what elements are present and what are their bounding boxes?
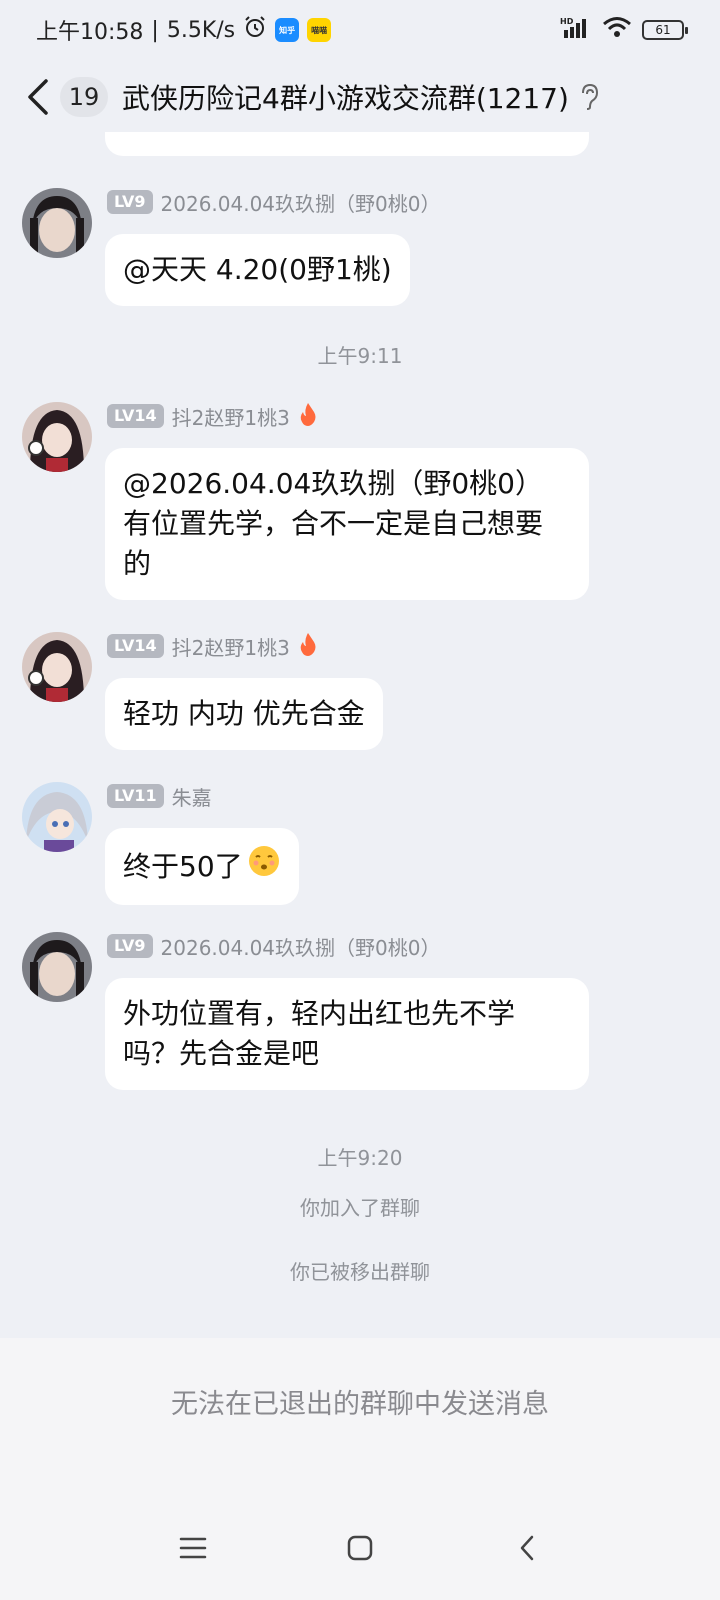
system-message-joined: 你加入了群聊 bbox=[300, 1196, 420, 1220]
message-text-line: 吗？先合金是吧 bbox=[123, 1037, 320, 1070]
message-text-line: 外功位置有，轻内出红也先不学 bbox=[123, 997, 516, 1030]
message-bubble[interactable]: 轻功 内功 优先合金 bbox=[105, 678, 383, 750]
svg-text:HD: HD bbox=[560, 17, 574, 26]
back-nav-icon[interactable] bbox=[497, 1523, 557, 1573]
alarm-icon bbox=[243, 15, 267, 45]
zhihu-app-icon: 知乎 bbox=[275, 18, 300, 42]
message-bubble[interactable]: @2026.04.04玖玖捌（野0桃0） 有位置先学，合不一定是自己想要 的 bbox=[105, 448, 589, 600]
flame-icon bbox=[298, 402, 318, 430]
input-disabled-bar: 无法在已退出的群聊中发送消息 bbox=[0, 1338, 720, 1600]
status-time: 上午10:58 bbox=[36, 20, 144, 45]
signal-icon: HD bbox=[560, 16, 592, 44]
sender-name[interactable]: 2026.04.04玖玖捌（野0桃0） bbox=[161, 188, 441, 217]
message-text-line: 有位置先学，合不一定是自己想要 bbox=[123, 507, 544, 540]
message-bubble[interactable]: 终于50了 bbox=[105, 828, 299, 905]
sender-row: LV9 2026.04.04玖玖捌（野0桃0） bbox=[107, 932, 440, 960]
status-bar: 上午10:58 | 5.5K/s 知乎 喵喵 HD 61 bbox=[0, 0, 720, 60]
sender-row: LV14 抖2赵野1桃3 bbox=[107, 632, 318, 660]
back-arrow-icon[interactable] bbox=[20, 77, 56, 117]
network-speed: 5.5K/s bbox=[166, 17, 236, 43]
avatar[interactable] bbox=[22, 632, 92, 702]
menu-nav-icon[interactable] bbox=[163, 1523, 223, 1573]
avatar[interactable] bbox=[22, 188, 92, 258]
avatar[interactable] bbox=[22, 402, 92, 472]
unread-count-badge[interactable]: 19 bbox=[60, 77, 108, 117]
status-right: HD 61 bbox=[560, 16, 688, 44]
sender-name[interactable]: 2026.04.04玖玖捌（野0桃0） bbox=[161, 932, 441, 961]
battery-icon: 61 bbox=[642, 20, 688, 40]
sender-row: LV11 朱嘉 bbox=[107, 782, 212, 810]
sender-row: LV9 2026.04.04玖玖捌（野0桃0） bbox=[107, 188, 440, 216]
home-nav-icon[interactable] bbox=[330, 1523, 390, 1573]
disabled-input-notice: 无法在已退出的群聊中发送消息 bbox=[171, 1389, 549, 1420]
system-nav-bar bbox=[0, 1518, 720, 1578]
ear-icon[interactable] bbox=[579, 83, 603, 111]
chat-area[interactable]: LV9 2026.04.04玖玖捌（野0桃0） @天天 4.20(0野1桃) 上… bbox=[0, 132, 720, 1338]
level-badge: LV9 bbox=[107, 934, 153, 958]
timestamp: 上午9:20 bbox=[317, 1146, 403, 1170]
message-text-line: 的 bbox=[123, 547, 152, 580]
notification-app-icon: 喵喵 bbox=[307, 18, 332, 42]
message-text: 轻功 内功 优先合金 bbox=[123, 697, 365, 730]
message-text: 终于50了 bbox=[123, 849, 243, 883]
level-badge: LV9 bbox=[107, 190, 153, 214]
level-badge: LV14 bbox=[107, 404, 164, 428]
message-text: @天天 4.20(0野1桃) bbox=[123, 253, 392, 286]
teary-face-emoji-icon bbox=[247, 844, 281, 889]
status-left: 上午10:58 | 5.5K/s 知乎 喵喵 bbox=[36, 14, 332, 46]
group-title[interactable]: 武侠历险记4群小游戏交流群(1217) bbox=[122, 77, 569, 117]
system-message-removed: 你已被移出群聊 bbox=[290, 1260, 430, 1284]
sender-name[interactable]: 抖2赵野1桃3 bbox=[172, 402, 290, 431]
sender-row: LV14 抖2赵野1桃3 bbox=[107, 402, 318, 430]
status-divider: | bbox=[151, 17, 159, 43]
wifi-icon bbox=[602, 16, 632, 44]
timestamp: 上午9:11 bbox=[317, 344, 403, 368]
message-bubble[interactable]: 外功位置有，轻内出红也先不学 吗？先合金是吧 bbox=[105, 978, 589, 1090]
sender-name[interactable]: 抖2赵野1桃3 bbox=[172, 632, 290, 661]
message-text-line: @2026.04.04玖玖捌（野0桃0） bbox=[123, 467, 543, 500]
avatar[interactable] bbox=[22, 782, 92, 852]
level-badge: LV14 bbox=[107, 634, 164, 658]
chat-header: 19 武侠历险记4群小游戏交流群(1217) bbox=[0, 62, 720, 132]
level-badge: LV11 bbox=[107, 784, 164, 808]
sender-name[interactable]: 朱嘉 bbox=[172, 782, 212, 811]
message-bubble[interactable]: @天天 4.20(0野1桃) bbox=[105, 234, 410, 306]
previous-message-bubble[interactable] bbox=[105, 132, 589, 156]
avatar[interactable] bbox=[22, 932, 92, 1002]
flame-icon bbox=[298, 632, 318, 660]
